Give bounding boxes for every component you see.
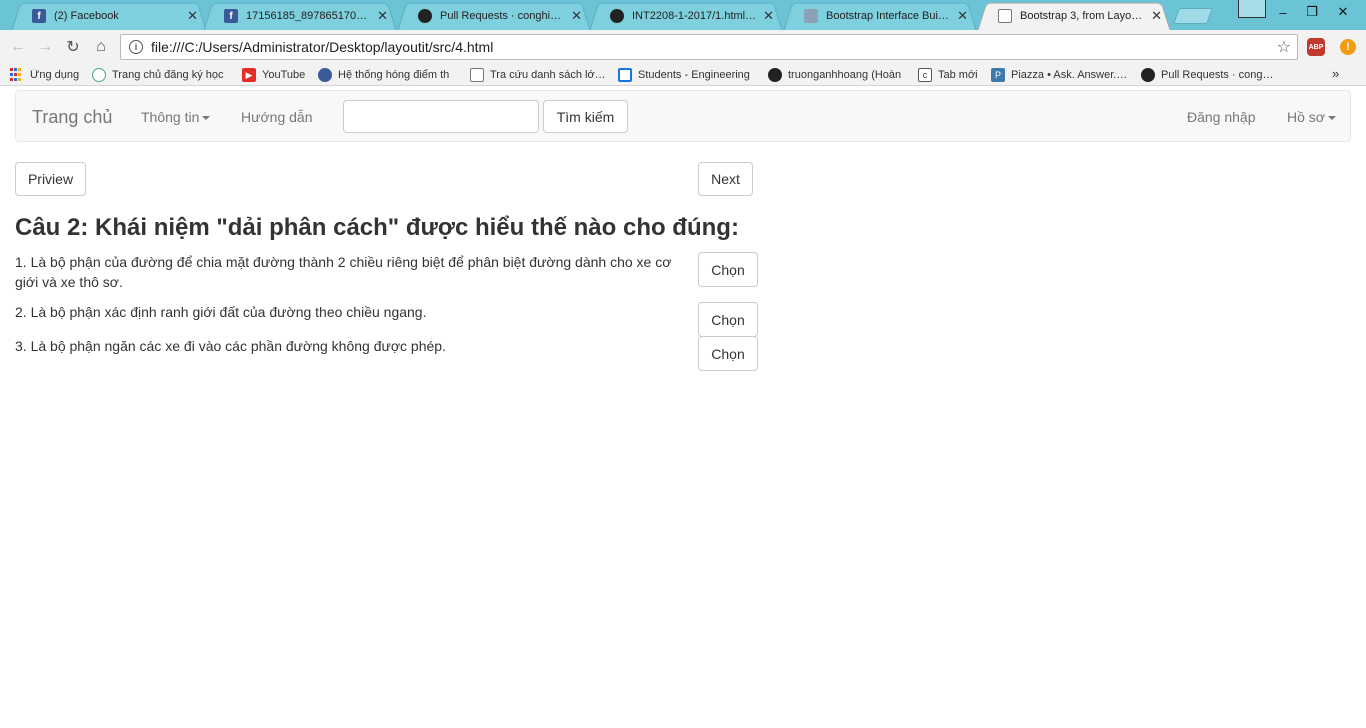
bookmark-apps[interactable]: Ứng dụng xyxy=(10,67,85,83)
close-tab-icon[interactable]: ✕ xyxy=(763,8,774,24)
close-window-button[interactable]: ✕ xyxy=(1328,0,1358,24)
page-icon: c xyxy=(918,68,932,82)
browser-tab-github-pulls[interactable]: Pull Requests · conghieutv ✕ xyxy=(396,2,592,30)
github-icon xyxy=(418,9,432,23)
facebook-icon: f xyxy=(224,9,238,23)
tab-title: Bootstrap Interface Builder xyxy=(826,10,952,22)
tab-title: INT2208-1-2017/1.html at xyxy=(632,10,758,22)
bookmark-label: YouTube xyxy=(262,69,306,81)
bookmark-label: Pull Requests · conghieu xyxy=(1161,69,1279,81)
browser-tab-bootstrap-builder[interactable]: Bootstrap Interface Builder ✕ xyxy=(782,2,978,30)
document-icon xyxy=(470,68,484,82)
close-tab-icon[interactable]: ✕ xyxy=(377,8,388,24)
tab-title: Bootstrap 3, from LayoutIt! xyxy=(1020,10,1146,22)
back-arrow-icon[interactable]: ← xyxy=(7,36,29,58)
bookmark-truonganhhoang[interactable]: truonganhhoang (Hoàn xyxy=(768,67,908,83)
browser-tab-facebook[interactable]: f (2) Facebook ✕ xyxy=(10,2,208,30)
reload-icon[interactable]: ↻ xyxy=(62,36,84,58)
bookmark-tab-moi[interactable]: c Tab mới xyxy=(918,67,982,83)
site-navbar: Trang chủ Thông tin Hướng dẫn Tìm kiếm Đ… xyxy=(15,90,1351,142)
tab-title: (2) Facebook xyxy=(54,10,119,22)
apps-grid-icon xyxy=(10,68,24,82)
tab-title: Pull Requests · conghieutv xyxy=(440,10,566,22)
search-input[interactable] xyxy=(343,100,539,133)
site-icon xyxy=(92,68,106,82)
bookmark-star-icon[interactable]: ☆ xyxy=(1277,37,1291,57)
site-icon xyxy=(618,68,632,82)
question-title: Câu 2: Khái niệm "dải phân cách" được hi… xyxy=(15,214,739,241)
close-tab-icon[interactable]: ✕ xyxy=(957,8,968,24)
bookmark-label: Ứng dụng xyxy=(30,69,80,81)
choose-answer-1-button[interactable]: Chọn xyxy=(698,252,758,287)
forward-arrow-icon[interactable]: → xyxy=(34,36,56,58)
bookmark-he-thong[interactable]: Hệ thống hóng điểm th xyxy=(318,67,458,83)
bookmark-label: Tra cứu danh sách lớp m xyxy=(490,69,608,81)
nav-profile-label: Hồ sơ xyxy=(1287,109,1325,125)
close-tab-icon[interactable]: ✕ xyxy=(187,8,198,24)
bookmark-youtube[interactable]: ▶ YouTube xyxy=(242,67,310,83)
piazza-icon: P xyxy=(991,68,1005,82)
github-icon xyxy=(610,9,624,23)
choose-answer-2-button[interactable]: Chọn xyxy=(698,302,758,337)
restore-button[interactable]: ❐ xyxy=(1297,0,1327,24)
bookmark-label: Trang chủ đăng ký học xyxy=(112,69,224,81)
next-button[interactable]: Next xyxy=(698,162,753,196)
bootstrap-icon xyxy=(804,9,818,23)
bookmark-label: Tab mới xyxy=(938,69,978,81)
bookmarks-bar: Ứng dụng Trang chủ đăng ký học ▶ YouTube… xyxy=(0,64,1366,86)
browser-tab-github-file[interactable]: INT2208-1-2017/1.html at ✕ xyxy=(588,2,784,30)
minimize-button[interactable]: – xyxy=(1268,0,1298,24)
search-button[interactable]: Tìm kiếm xyxy=(543,100,628,133)
nav-profile-dropdown[interactable]: Hồ sơ xyxy=(1287,109,1336,125)
browser-tab-layoutit[interactable]: Bootstrap 3, from LayoutIt! ✕ xyxy=(976,2,1172,30)
bookmark-label: Hệ thống hóng điểm th xyxy=(338,69,450,81)
preview-button[interactable]: Priview xyxy=(15,162,86,196)
document-icon xyxy=(998,9,1012,23)
browser-titlebar: f (2) Facebook ✕ f 17156185_897865170355… xyxy=(0,0,1366,30)
github-icon xyxy=(1141,68,1155,82)
answer-option-1: 1. Là bộ phận của đường để chia mặt đườn… xyxy=(15,254,672,290)
browser-tab-facebook-image[interactable]: f 17156185_897865170355140 ✕ xyxy=(202,2,398,30)
info-icon[interactable]: i xyxy=(129,40,143,54)
home-icon[interactable]: ⌂ xyxy=(90,36,112,58)
bookmark-dang-ky-hoc[interactable]: Trang chủ đăng ký học xyxy=(92,67,230,83)
caret-down-icon xyxy=(202,116,211,121)
user-profile-icon[interactable] xyxy=(1238,0,1266,18)
answer-option-2: 2. Là bộ phận xác định ranh giới đất của… xyxy=(15,304,427,320)
bookmark-label: truonganhhoang (Hoàn xyxy=(788,69,902,81)
close-tab-icon[interactable]: ✕ xyxy=(571,8,582,24)
caret-down-icon xyxy=(1327,116,1336,121)
more-bookmarks-icon[interactable]: » xyxy=(1332,66,1339,81)
globe-icon xyxy=(318,68,332,82)
adblock-icon[interactable]: ABP xyxy=(1307,38,1325,56)
new-tab-button[interactable] xyxy=(1173,8,1213,24)
close-tab-icon[interactable]: ✕ xyxy=(1151,8,1162,24)
browser-toolbar: ← → ↻ ⌂ i file:///C:/Users/Administrator… xyxy=(0,30,1366,64)
bookmark-pull-requests[interactable]: Pull Requests · conghieu xyxy=(1141,67,1279,83)
bookmark-students[interactable]: Students - Engineering xyxy=(618,67,756,83)
nav-info-dropdown[interactable]: Thông tin xyxy=(141,109,211,125)
facebook-icon: f xyxy=(32,9,46,23)
youtube-icon: ▶ xyxy=(242,68,256,82)
bookmark-label: Students - Engineering xyxy=(638,69,750,81)
choose-answer-3-button[interactable]: Chọn xyxy=(698,336,758,371)
answer-option-3: 3. Là bộ phận ngăn các xe đi vào các phầ… xyxy=(15,338,446,354)
bookmark-tra-cuu[interactable]: Tra cứu danh sách lớp m xyxy=(470,67,608,83)
nav-login-link[interactable]: Đăng nhập xyxy=(1187,109,1256,125)
tab-title: 17156185_897865170355140 xyxy=(246,10,371,22)
alert-icon[interactable]: ! xyxy=(1340,39,1356,55)
bookmark-piazza[interactable]: P Piazza • Ask. Answer. Ex xyxy=(991,67,1129,83)
address-url[interactable]: file:///C:/Users/Administrator/Desktop/l… xyxy=(151,39,1277,55)
nav-guide-link[interactable]: Hướng dẫn xyxy=(241,109,312,125)
github-icon xyxy=(768,68,782,82)
bookmark-label: Piazza • Ask. Answer. Ex xyxy=(1011,69,1129,81)
address-bar[interactable]: i file:///C:/Users/Administrator/Desktop… xyxy=(120,34,1298,60)
brand-home-link[interactable]: Trang chủ xyxy=(32,107,112,128)
nav-info-label: Thông tin xyxy=(141,109,200,125)
